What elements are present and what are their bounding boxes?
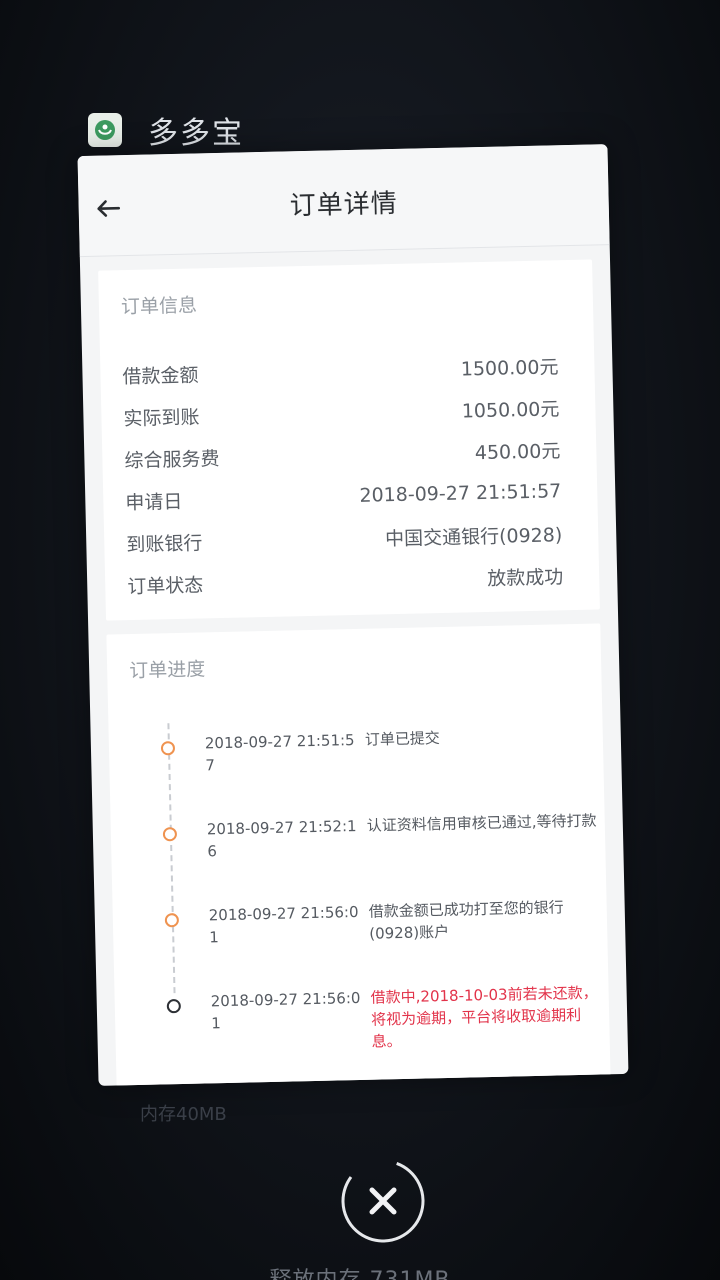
step-time: 2018-09-27 21:56:01	[208, 902, 359, 947]
info-value: 2018-09-27 21:51:57	[359, 480, 562, 507]
order-info-heading: 订单信息	[120, 294, 198, 319]
release-memory-text: 释放内存 731MB	[0, 1262, 720, 1280]
info-value: 中国交通银行(0928)	[384, 523, 563, 550]
step-description: 订单已提交	[364, 729, 441, 749]
step-description: 认证资料信用审核已通过,等待打款	[366, 811, 597, 835]
progress-timeline: 2018-09-27 21:51:57 订单已提交 2018-09-27 21:…	[130, 714, 598, 1068]
info-value: 1500.00元	[460, 355, 559, 380]
step-current-icon	[166, 999, 181, 1014]
close-icon	[341, 1159, 425, 1243]
timeline-step-current: 2018-09-27 21:56:01 借款中,2018-10-03前若未还款，…	[136, 972, 598, 1068]
step-done-icon	[160, 741, 176, 756]
top-bar: 订单详情	[77, 144, 610, 258]
info-value: 1050.00元	[461, 397, 560, 422]
step-time: 2018-09-27 21:56:01	[210, 988, 361, 1033]
timeline-step: 2018-09-27 21:52:16 认证资料信用审核已通过,等待打款	[132, 800, 597, 896]
app-name: 多多宝	[148, 116, 244, 151]
recents-screen: 多多宝 订单详情 订单信息 借款金额 1500.00元 实际到账 1050.00…	[0, 0, 720, 1280]
status-value: 放款成功	[486, 565, 564, 590]
info-value: 450.00元	[474, 439, 561, 464]
app-header: 多多宝	[88, 108, 244, 152]
app-preview-card[interactable]: 订单详情 订单信息 借款金额 1500.00元 实际到账 1050.00元 综合…	[77, 144, 629, 1086]
step-description-alert: 借款中,2018-10-03前若未还款，将视为逾期，平台将收取逾期利息。	[370, 983, 598, 1051]
timeline-step: 2018-09-27 21:51:57 订单已提交	[130, 714, 582, 810]
step-description: 借款金额已成功打至您的银行(0928)账户	[368, 898, 564, 943]
info-label: 订单状态	[127, 573, 204, 598]
info-label: 综合服务费	[124, 447, 220, 472]
info-label: 到账银行	[126, 531, 203, 556]
info-label: 借款金额	[122, 363, 199, 388]
info-label: 申请日	[125, 490, 183, 514]
page-title: 订单详情	[289, 188, 399, 222]
clear-recents-button[interactable]	[340, 1158, 426, 1244]
memory-usage: 内存40MB	[140, 1104, 227, 1125]
order-info-list: 借款金额 1500.00元 实际到账 1050.00元 综合服务费 450.00…	[122, 344, 564, 606]
info-row-order-status: 订单状态 放款成功	[127, 554, 564, 606]
timeline-step: 2018-09-27 21:56:01 借款金额已成功打至您的银行(0928)账…	[134, 886, 586, 982]
step-done-icon	[162, 827, 178, 842]
order-progress-heading: 订单进度	[128, 658, 206, 683]
step-time: 2018-09-27 21:51:57	[204, 730, 355, 775]
app-logo-icon[interactable]	[88, 113, 122, 147]
info-label: 实际到账	[123, 405, 200, 430]
step-done-icon	[164, 913, 180, 928]
step-time: 2018-09-27 21:52:16	[206, 816, 357, 861]
order-info-section: 订单信息 借款金额 1500.00元 实际到账 1050.00元 综合服务费 4…	[98, 259, 600, 621]
order-progress-section: 订单进度 2018-09-27 21:51:57 订单已提交 2018-09-2…	[106, 623, 611, 1086]
